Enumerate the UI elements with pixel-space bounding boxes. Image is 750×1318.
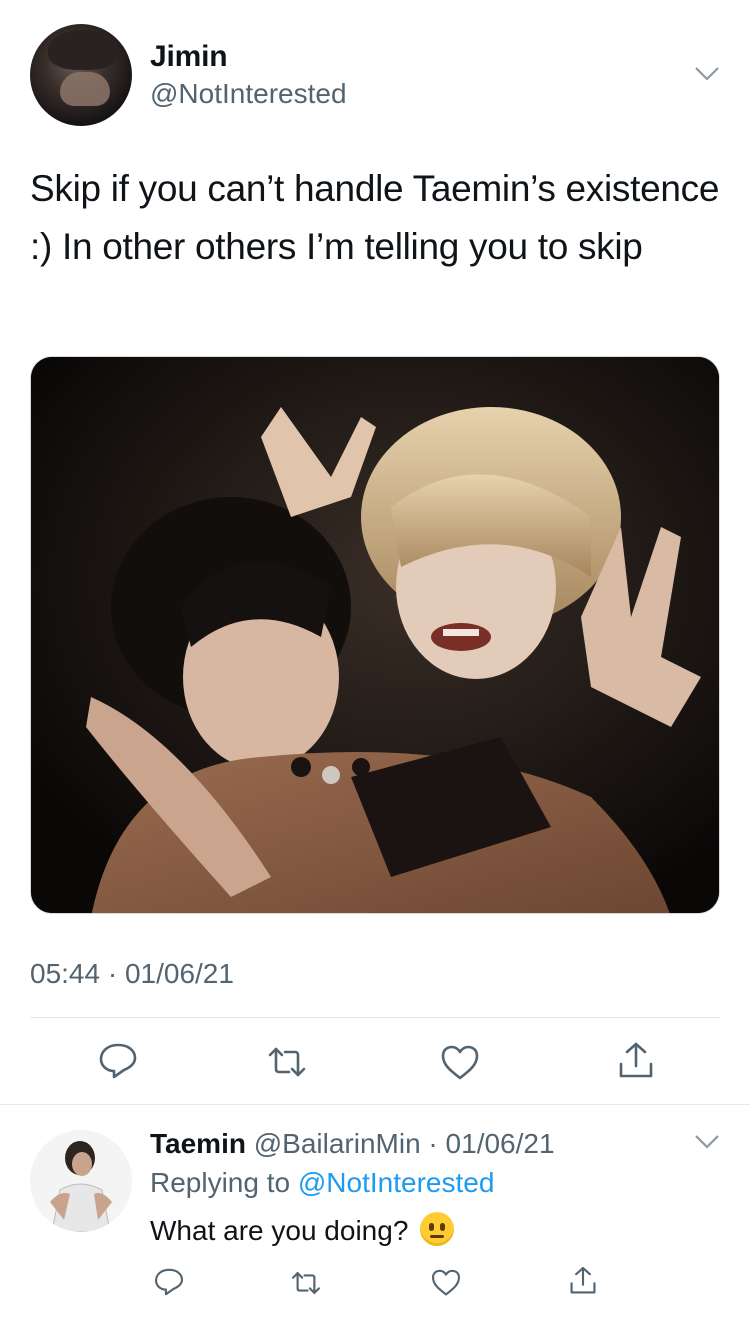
divider xyxy=(0,1104,750,1105)
reply-author-avatar[interactable] xyxy=(30,1130,132,1232)
reply-separator: · xyxy=(420,1128,446,1159)
chevron-down-icon[interactable] xyxy=(694,1134,720,1150)
replying-to-link[interactable]: @NotInterested xyxy=(298,1167,495,1198)
tweet-photo[interactable] xyxy=(30,356,720,914)
avatar-hand xyxy=(60,72,110,106)
heart-icon[interactable] xyxy=(430,1267,462,1299)
tweet-timestamp[interactable]: 05:44 · 01/06/21 xyxy=(30,958,234,990)
chevron-down-icon[interactable] xyxy=(694,66,720,82)
divider xyxy=(30,1017,720,1018)
reply-author-handle[interactable]: @BailarinMin xyxy=(254,1128,421,1159)
retweet-icon[interactable] xyxy=(290,1267,322,1299)
heart-icon[interactable] xyxy=(439,1042,481,1084)
neutral-face-emoji-icon xyxy=(420,1212,455,1246)
share-icon[interactable] xyxy=(615,1040,657,1082)
reply-header: Taemin @BailarinMin · 01/06/21 xyxy=(150,1128,555,1160)
retweet-icon[interactable] xyxy=(266,1041,308,1083)
reply-text: What are you doing? xyxy=(150,1215,409,1246)
replying-to-line: Replying to @NotInterested xyxy=(150,1167,494,1199)
author-handle[interactable]: @NotInterested xyxy=(150,78,347,110)
reply-date[interactable]: 01/06/21 xyxy=(446,1128,555,1159)
avatar-hair xyxy=(48,30,118,70)
tweet-text: Skip if you can’t handle Taemin’s existe… xyxy=(30,168,720,267)
author-name[interactable]: Jimin xyxy=(150,40,228,74)
reply-text-line: What are you doing? xyxy=(150,1212,455,1247)
reply-author-name[interactable]: Taemin xyxy=(150,1128,246,1159)
author-avatar[interactable] xyxy=(30,24,132,126)
comment-icon[interactable] xyxy=(97,1040,139,1082)
share-icon[interactable] xyxy=(567,1265,599,1297)
replying-prefix: Replying to xyxy=(150,1167,298,1198)
comment-icon[interactable] xyxy=(153,1266,185,1298)
